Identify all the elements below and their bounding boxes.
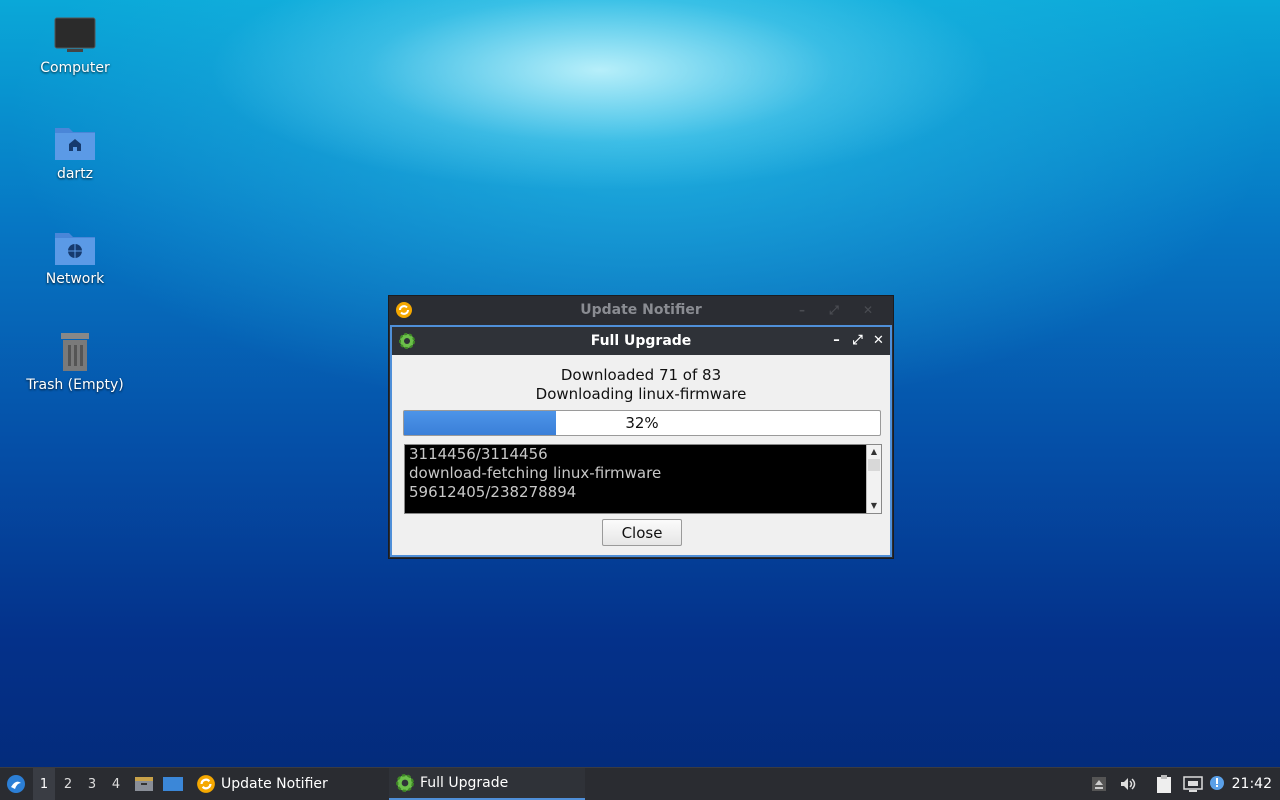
status-text: Downloaded 71 of 83 Downloading linux-fi…	[392, 366, 890, 404]
log-line: download-fetching linux-firmware	[409, 464, 662, 482]
desktop-icon-computer[interactable]: Computer	[20, 16, 130, 76]
trash-icon	[61, 333, 89, 371]
desktop-icon-home[interactable]: dartz	[20, 122, 130, 182]
eject-tray[interactable]	[1091, 768, 1107, 800]
update-notifier-icon	[396, 302, 412, 318]
workspace-3[interactable]: 3	[81, 768, 103, 800]
desktop-icon-label: Network	[45, 271, 105, 287]
workspace-2[interactable]: 2	[57, 768, 79, 800]
network-wired-icon	[1183, 776, 1203, 792]
scroll-up-icon[interactable]: ▲	[867, 446, 881, 458]
log-line: 59612405/238278894	[409, 483, 577, 501]
desktop-icon	[163, 777, 183, 791]
desktop-icon-label: Computer	[40, 60, 110, 76]
file-manager-icon	[135, 777, 153, 791]
close-window-button[interactable]: ✕	[873, 327, 884, 355]
status-line-current: Downloading linux-firmware	[535, 385, 747, 403]
workspace-4[interactable]: 4	[105, 768, 127, 800]
close-button[interactable]: Close	[602, 519, 682, 546]
update-notifier-icon	[197, 775, 215, 793]
taskbar: 1 2 3 4 Update Notifier Full Upgrade 21:…	[0, 767, 1280, 800]
window-title: Update Notifier	[580, 302, 702, 318]
network-tray[interactable]	[1183, 768, 1203, 800]
log-scrollbar[interactable]: ▲ ▼	[866, 445, 881, 513]
volume-icon	[1121, 778, 1136, 790]
update-tray[interactable]	[1209, 768, 1227, 800]
volume-tray[interactable]	[1119, 768, 1137, 800]
log-output[interactable]: 3114456/3114456 download-fetching linux-…	[404, 444, 882, 514]
scroll-thumb[interactable]	[868, 459, 880, 471]
minimize-button[interactable]: –	[831, 327, 842, 355]
update-alert-icon	[1210, 776, 1224, 790]
window-controls[interactable]: – ⤢ ✕	[799, 296, 883, 324]
progress-text: 32%	[625, 414, 659, 432]
scroll-down-icon[interactable]: ▼	[867, 500, 881, 512]
gear-icon	[399, 333, 415, 349]
window-titlebar[interactable]: Full Upgrade – ⤢ ✕	[392, 327, 890, 355]
clipboard-icon	[1157, 775, 1171, 793]
desktop-icon-label: dartz	[56, 166, 94, 182]
workspace-1[interactable]: 1	[33, 768, 55, 800]
maximize-button[interactable]: ⤢	[852, 327, 863, 355]
task-label: Update Notifier	[221, 776, 328, 792]
desktop-icon-label: Trash (Empty)	[26, 377, 124, 393]
lubuntu-logo-icon	[7, 775, 25, 793]
desktop-icon-trash[interactable]: Trash (Empty)	[20, 331, 130, 393]
start-menu-button[interactable]	[4, 768, 28, 800]
file-manager-launcher[interactable]	[134, 768, 154, 800]
computer-icon	[54, 17, 96, 52]
full-upgrade-window[interactable]: Full Upgrade – ⤢ ✕ Downloaded 71 of 83 D…	[390, 325, 892, 557]
clock[interactable]: 21:42	[1232, 768, 1272, 800]
eject-icon	[1092, 777, 1106, 791]
task-full-upgrade[interactable]: Full Upgrade	[389, 768, 585, 800]
status-line-downloaded: Downloaded 71 of 83	[560, 366, 722, 384]
clipboard-tray[interactable]	[1155, 768, 1173, 800]
show-desktop-launcher[interactable]	[162, 768, 184, 800]
window-title: Full Upgrade	[590, 333, 692, 349]
window-titlebar[interactable]: Update Notifier – ⤢ ✕	[389, 296, 893, 324]
log-line: 3114456/3114456	[409, 445, 548, 463]
progress-bar: 32%	[403, 410, 881, 436]
network-folder-icon	[55, 233, 95, 265]
desktop-icon-network[interactable]: Network	[20, 227, 130, 287]
task-update-notifier[interactable]: Update Notifier	[192, 768, 390, 800]
task-label: Full Upgrade	[420, 775, 509, 791]
home-folder-icon	[55, 128, 95, 160]
gear-icon	[396, 774, 414, 792]
